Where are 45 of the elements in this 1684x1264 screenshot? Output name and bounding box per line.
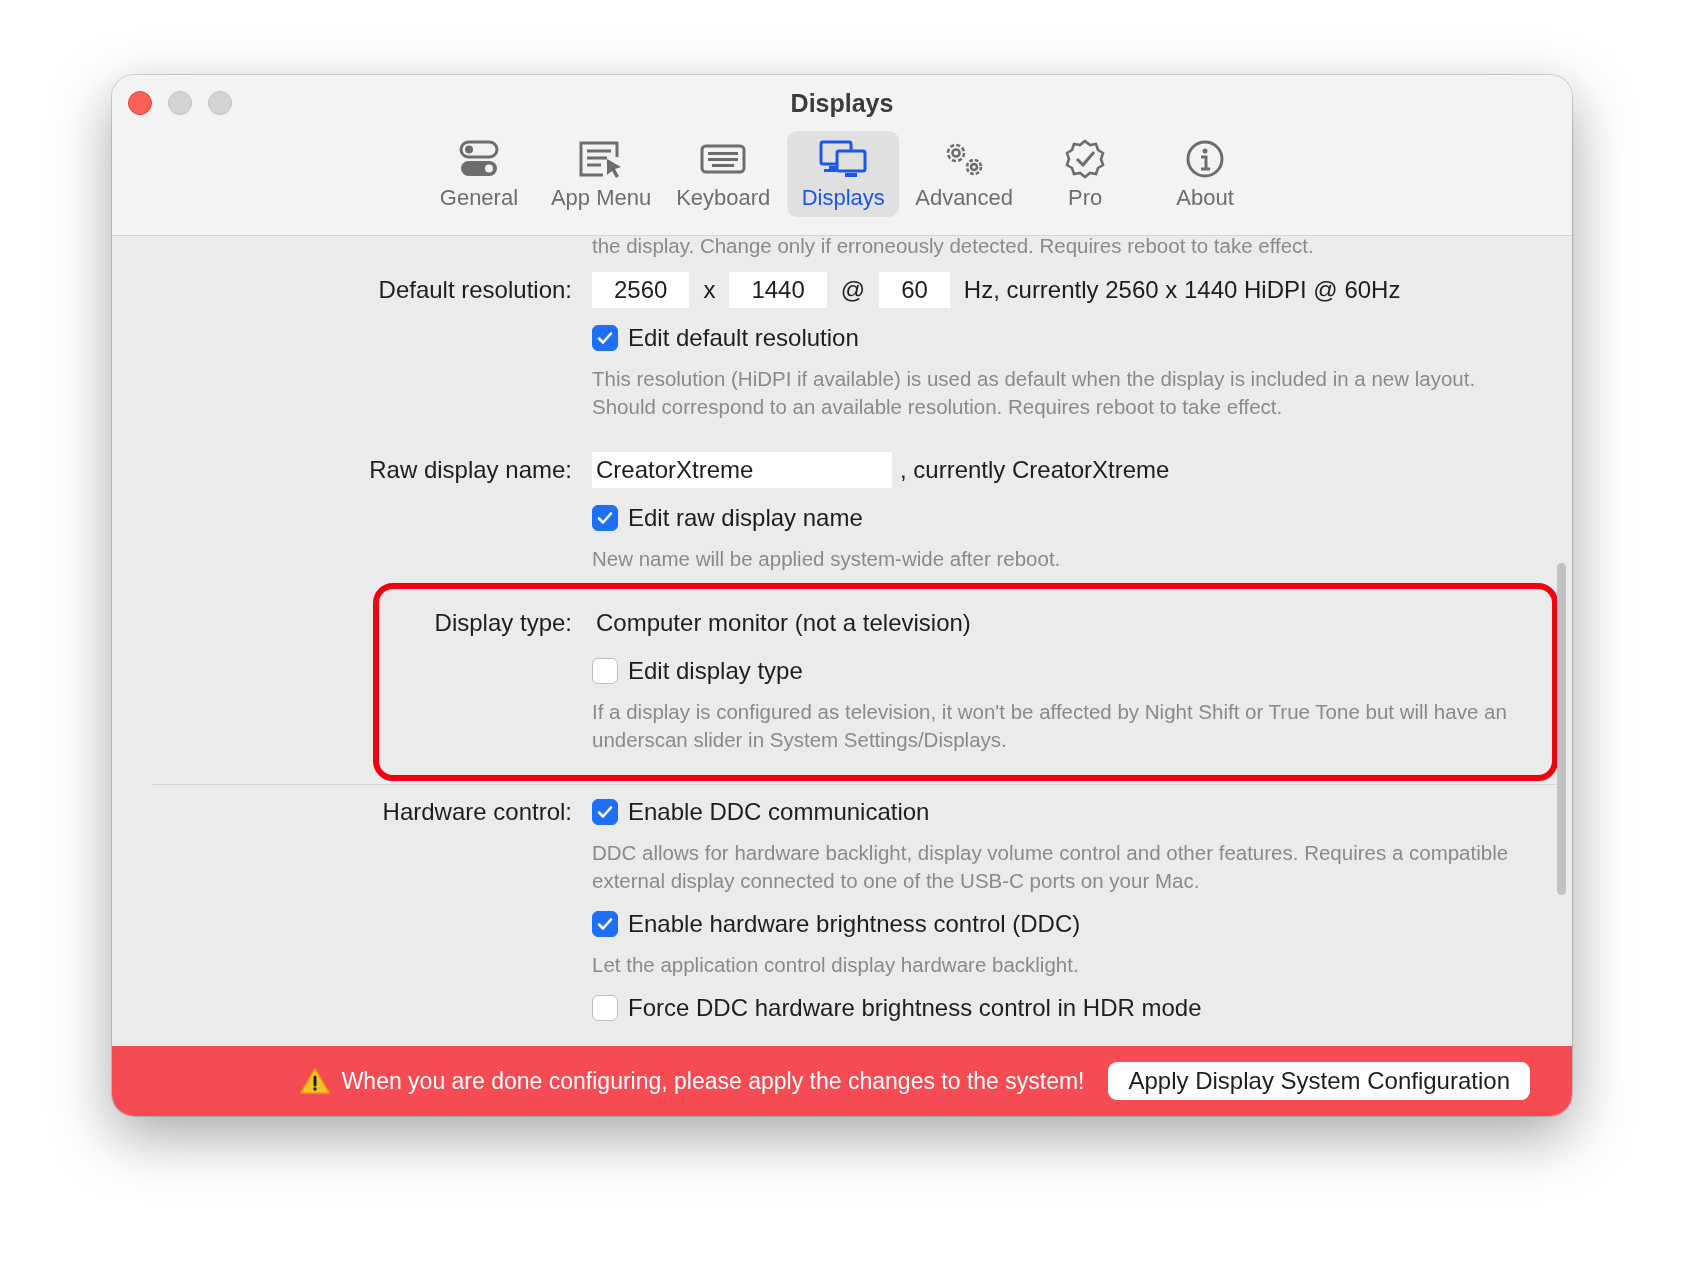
checkbox-label[interactable]: Edit raw display name	[628, 504, 863, 532]
number-field[interactable]: 2560	[592, 272, 690, 308]
banner-message: When you are done configuring, please apply the changes to the system!	[341, 1067, 1085, 1095]
setting-label: Display type:	[434, 609, 572, 637]
description-text: Let the application control display hardware backlight.	[592, 952, 1080, 978]
toolbar-tab[interactable]: About	[1149, 131, 1262, 217]
number-field[interactable]: 1440	[729, 272, 827, 308]
window-title: Displays	[790, 88, 894, 117]
checkbox-label[interactable]: Enable hardware brightness control (DDC)	[628, 910, 1081, 938]
checkbox[interactable]	[592, 995, 618, 1021]
monitors-icon	[819, 139, 868, 179]
toolbar-tab[interactable]: App Menu	[542, 131, 660, 217]
value-text: Computer monitor (not a television)	[595, 609, 972, 637]
toolbar-tab[interactable]: General	[422, 131, 535, 217]
number-field[interactable]: 60	[879, 272, 950, 308]
warning-icon	[299, 1067, 330, 1095]
checkbox[interactable]	[592, 658, 618, 684]
value-text: @	[839, 276, 867, 304]
checkbox[interactable]	[592, 325, 618, 351]
toolbar-tab[interactable]: Advanced	[907, 131, 1022, 217]
checkbox-label[interactable]: Edit default resolution	[628, 324, 859, 352]
value-text: Hz, currently 2560 x 1440 HiDPI @ 60Hz	[962, 276, 1402, 304]
description-text: This resolution (HiDPI if available) is used as default when the display is included in a new layout. Should correspond to an available resolution. Requires reboot to take effect.	[592, 366, 1477, 420]
checkbox-label[interactable]: Force DDC hardware brightness control in HDR mode	[628, 994, 1202, 1022]
close-button[interactable]	[128, 91, 152, 115]
setting-label: Default resolution:	[378, 276, 572, 304]
value-text: , currently CreatorXtreme	[899, 456, 1171, 484]
value-text: x	[702, 276, 717, 304]
toolbar-tab[interactable]: Keyboard	[667, 131, 780, 217]
description-text: New name will be applied system-wide after reboot.	[592, 546, 1062, 572]
text-field[interactable]: CreatorXtreme	[592, 452, 892, 488]
checkbox-label[interactable]: Enable DDC communication	[628, 798, 930, 826]
description-text: the display. Change only if erroneously detected. Requires reboot to take effect.	[591, 236, 1315, 259]
scrollbar-thumb[interactable]	[1557, 563, 1566, 895]
checkbox[interactable]	[592, 911, 618, 937]
checkbox[interactable]	[592, 799, 618, 825]
description-text: If a display is configured as television, it won't be affected by Night Shift or True Tone but will have an underscan slider in System Settings/Displays.	[592, 699, 1508, 753]
apply-button[interactable]: Apply Display System Configuration	[1108, 1062, 1530, 1100]
setting-label: Raw display name:	[369, 456, 572, 484]
setting-label: Hardware control:	[382, 798, 572, 826]
toolbar-tab[interactable]: Pro	[1029, 131, 1142, 217]
checkbox[interactable]	[592, 505, 618, 531]
toolbar-tab[interactable]: Displays	[787, 131, 900, 217]
description-text: DDC allows for hardware backlight, display volume control and other features. Requires a compatible external display connected to one of the USB-C ports on your Mac.	[592, 840, 1510, 894]
checkbox-label[interactable]: Edit display type	[628, 657, 803, 685]
